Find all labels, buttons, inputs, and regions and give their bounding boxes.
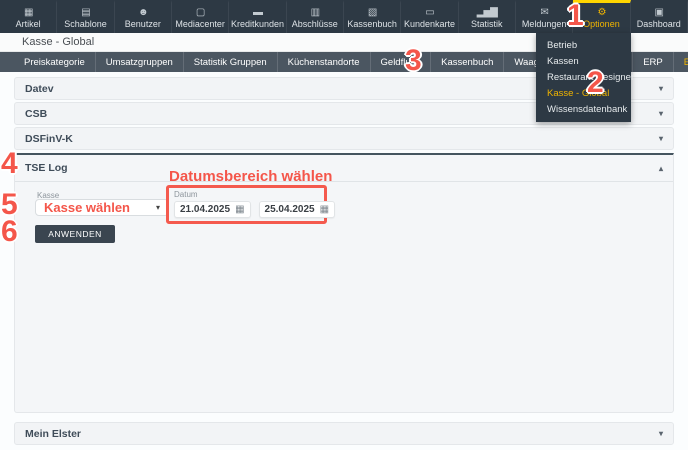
chevron-down-icon: ▾ — [658, 134, 663, 143]
chevron-down-icon: ▾ — [155, 203, 160, 212]
tab-kuechenstandorte[interactable]: Küchenstandorte — [278, 52, 371, 72]
datum-field-label: Datum — [174, 190, 198, 199]
chevron-up-icon: ▴ — [658, 163, 663, 173]
nav-item-dashboard[interactable]: ▣ Dashboard — [631, 0, 688, 33]
menu-item-restaurant-designer[interactable]: Restaurant Designer — [536, 69, 634, 85]
date-range-row: 21.04.2025 ▦ 25.04.2025 ▦ — [174, 201, 336, 218]
accordion-dsfinvk[interactable]: DSFinV-K ▾ — [14, 127, 674, 150]
tab-export[interactable]: Export — [674, 52, 688, 72]
nav-label: Artikel — [15, 18, 41, 29]
nav-label: Kassenbuch — [347, 18, 397, 29]
cashbook-icon: ▧ — [367, 6, 378, 18]
nav-item-kreditkunden[interactable]: ▬ Kreditkunden — [229, 0, 287, 33]
articles-icon: ▦ — [23, 6, 34, 18]
menu-item-kassen[interactable]: Kassen — [536, 53, 631, 69]
nav-item-meldungen[interactable]: ✉ Meldungen — [516, 0, 574, 33]
reports-icon: ▥ — [310, 6, 321, 18]
accordion-label: CSB — [25, 107, 48, 120]
anwenden-button[interactable]: ANWENDEN — [35, 225, 115, 243]
kasse-select-value: Kasse wählen — [44, 200, 130, 215]
annotation-date-heading: Datumsbereich wählen — [169, 168, 333, 185]
tab-erp[interactable]: ERP — [633, 52, 674, 72]
nav-item-kundenkarte[interactable]: ▭ Kundenkarte — [401, 0, 459, 33]
chevron-down-icon: ▾ — [658, 109, 663, 118]
calendar-icon[interactable]: ▦ — [320, 204, 329, 215]
nav-item-kassenbuch[interactable]: ▧ Kassenbuch — [344, 0, 402, 33]
nav-item-optionen[interactable]: ⚙ Optionen — [573, 0, 631, 33]
chevron-down-icon: ▾ — [658, 84, 663, 93]
nav-item-benutzer[interactable]: ☻ Benutzer — [115, 0, 172, 33]
statistics-icon: ▂▅▇ — [476, 6, 498, 18]
accordion-label: DSFinV-K — [25, 132, 73, 145]
nav-label: Meldungen — [521, 18, 567, 29]
accordion-label: TSE Log — [25, 162, 68, 174]
customer-card-icon: ▭ — [425, 6, 435, 18]
nav-label: Schablone — [64, 18, 107, 29]
date-to-input[interactable]: 25.04.2025 ▦ — [258, 201, 336, 218]
menu-item-wissensdatenbank[interactable]: Wissensdatenbank — [536, 101, 631, 117]
nav-label: Dashboard — [636, 18, 681, 29]
top-nav: ▦ Artikel ▤ Schablone ☻ Benutzer ▢ Media… — [0, 0, 688, 33]
accordion-label: Datev — [25, 82, 54, 95]
chevron-down-icon: ▾ — [658, 429, 663, 438]
gear-icon: ⚙ — [597, 6, 606, 18]
nav-label: Statistik — [471, 18, 503, 29]
options-dropdown-menu: Betrieb Kassen Restaurant Designer Kasse… — [536, 33, 634, 122]
users-icon: ☻ — [138, 6, 148, 18]
accordion-tse-log-header[interactable]: TSE Log ▴ — [15, 155, 673, 182]
app-window: ▦ Artikel ▤ Schablone ☻ Benutzer ▢ Media… — [0, 0, 688, 450]
nav-label: Mediacenter — [175, 18, 225, 29]
tab-statistik-gruppen[interactable]: Statistik Gruppen — [184, 52, 278, 72]
page-title: Kasse - Global — [22, 36, 95, 48]
nav-item-schablone[interactable]: ▤ Schablone — [57, 0, 115, 33]
nav-label: Abschlüsse — [291, 18, 338, 29]
nav-label: Kreditkunden — [230, 18, 284, 29]
date-to-value: 25.04.2025 — [264, 204, 315, 215]
template-icon: ▤ — [81, 6, 91, 18]
calendar-icon[interactable]: ▦ — [235, 204, 244, 215]
date-from-input[interactable]: 21.04.2025 ▦ — [174, 201, 251, 218]
messages-icon: ✉ — [540, 6, 548, 18]
credit-card-icon: ▬ — [252, 6, 263, 18]
tab-umsatzgruppen[interactable]: Umsatzgruppen — [96, 52, 184, 72]
accordion-mein-elster[interactable]: Mein Elster ▾ — [14, 422, 674, 445]
tab-geldfluss[interactable]: Geldfluss — [371, 52, 432, 72]
nav-item-mediacenter[interactable]: ▢ Mediacenter — [172, 0, 230, 33]
media-icon: ▢ — [195, 6, 206, 18]
nav-item-artikel[interactable]: ▦ Artikel — [0, 0, 58, 33]
menu-item-betrieb[interactable]: Betrieb — [536, 37, 631, 53]
accordion-tse-log-panel: TSE Log ▴ Kasse Kasse wählen ▾ ANWENDEN … — [14, 153, 674, 413]
dashboard-icon: ▣ — [654, 6, 665, 18]
menu-item-kasse-global[interactable]: Kasse - Global — [536, 85, 631, 101]
nav-label: Kundenkarte — [403, 18, 455, 29]
kasse-select[interactable]: Kasse wählen ▾ — [35, 199, 169, 216]
nav-label: Optionen — [583, 18, 620, 29]
nav-label: Benutzer — [124, 18, 161, 29]
nav-item-statistik[interactable]: ▂▅▇ Statistik — [459, 0, 516, 33]
tab-preiskategorie[interactable]: Preiskategorie — [14, 52, 96, 72]
nav-item-abschluesse[interactable]: ▥ Abschlüsse — [287, 0, 344, 33]
date-from-value: 21.04.2025 — [180, 204, 231, 215]
accordion-label: Mein Elster — [25, 427, 82, 440]
tab-kassenbuch[interactable]: Kassenbuch — [431, 52, 505, 72]
annotation-highlight-box: Datum 21.04.2025 ▦ 25.04.2025 ▦ — [166, 185, 336, 224]
